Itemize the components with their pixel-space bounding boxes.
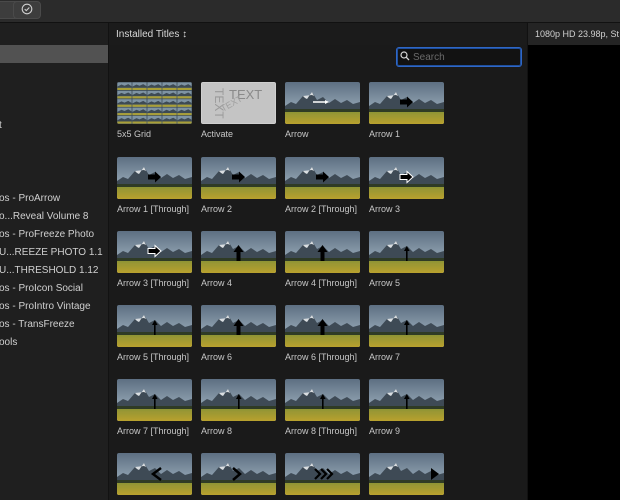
title-thumbnail[interactable] (285, 305, 360, 347)
sidebar-item[interactable]: os - ProIntro Vintage (0, 301, 91, 312)
title-thumbnail[interactable] (369, 82, 444, 124)
title-thumbnail[interactable] (285, 453, 360, 495)
title-label: Arrow 4 (201, 278, 233, 288)
project-format-info: 1080p HD 23.98p, St (535, 29, 620, 39)
toolbar (0, 0, 620, 23)
background-tasks-button[interactable] (13, 1, 41, 19)
title-label: Activate (201, 129, 234, 139)
installed-titles-menu[interactable]: Installed Titles ↕ (116, 29, 187, 40)
title-label: Arrow 7 (369, 352, 401, 362)
browser-header: Installed Titles ↕ (109, 23, 526, 45)
title-label: Arrow 3 [Through] (117, 278, 190, 288)
sidebar-item[interactable]: U...REEZE PHOTO 1.1 (0, 247, 103, 258)
title-thumbnail[interactable] (285, 379, 360, 421)
title-label: Arrow 1 [Through] (117, 204, 190, 214)
title-thumbnail[interactable] (117, 231, 192, 273)
title-label: Arrow 9 (369, 426, 401, 436)
sidebar-item[interactable]: os - ProIcon Social (0, 283, 83, 294)
title-label: Arrow 6 [Through] (285, 352, 358, 362)
title-label: Arrow 3 (369, 204, 401, 214)
sidebar-item[interactable]: os - ProArrow (0, 193, 60, 204)
sidebar-item[interactable]: ools (0, 337, 17, 348)
title-thumbnail[interactable] (117, 157, 192, 199)
title-thumbnail[interactable] (201, 157, 276, 199)
search-input[interactable] (413, 50, 513, 64)
title-thumbnail[interactable] (369, 231, 444, 273)
title-label: Arrow 4 [Through] (285, 278, 358, 288)
title-label: Arrow 8 [Through] (285, 426, 358, 436)
title-label: Arrow 8 (201, 426, 233, 436)
title-label: Arrow 2 (201, 204, 233, 214)
sidebar-item[interactable]: U...THRESHOLD 1.12 (0, 265, 98, 276)
title-thumbnail[interactable]: TEXT TEXT TEXT (201, 82, 276, 124)
titles-sidebar: t os - ProArrow o...Reveal Volume 8 os - Pr… (0, 23, 109, 500)
title-thumbnail[interactable] (285, 157, 360, 199)
sidebar-selected-row[interactable] (0, 45, 108, 63)
title-label: 5x5 Grid (117, 129, 152, 139)
title-label: Arrow (285, 129, 309, 139)
title-thumbnail[interactable] (201, 305, 276, 347)
title-label: Arrow 5 (369, 278, 401, 288)
search-row (109, 45, 526, 71)
sidebar-item[interactable]: t (0, 120, 2, 131)
title-thumbnail[interactable] (117, 453, 192, 495)
title-label: Arrow 6 (201, 352, 233, 362)
search-field[interactable] (396, 47, 522, 67)
titles-grid: 5x5 Grid TEXT TEXT TEXT Activate Arrow A… (109, 71, 526, 500)
title-thumbnail[interactable] (201, 379, 276, 421)
sidebar-item[interactable]: os - TransFreeze (0, 319, 75, 330)
title-label: Arrow 7 [Through] (117, 426, 190, 436)
title-thumbnail[interactable] (117, 82, 192, 124)
viewer[interactable] (527, 45, 620, 500)
title-thumbnail[interactable] (369, 305, 444, 347)
title-thumbnail[interactable] (285, 82, 360, 124)
title-label: Arrow 1 (369, 129, 401, 139)
title-thumbnail[interactable] (117, 305, 192, 347)
title-thumbnail[interactable] (369, 157, 444, 199)
sidebar-item[interactable]: os - ProFreeze Photo (0, 229, 94, 240)
title-label: Arrow 5 [Through] (117, 352, 190, 362)
viewer-header: 1080p HD 23.98p, St (527, 23, 620, 45)
sidebar-item[interactable]: o...Reveal Volume 8 (0, 211, 89, 222)
search-icon (400, 51, 410, 64)
title-thumbnail[interactable] (285, 231, 360, 273)
title-thumbnail[interactable] (117, 379, 192, 421)
checkmark-circle-icon (21, 3, 33, 18)
title-thumbnail[interactable] (201, 453, 276, 495)
title-thumbnail[interactable] (369, 379, 444, 421)
title-label: Arrow 2 [Through] (285, 204, 358, 214)
title-thumbnail[interactable] (201, 231, 276, 273)
title-thumbnail[interactable] (369, 453, 444, 495)
